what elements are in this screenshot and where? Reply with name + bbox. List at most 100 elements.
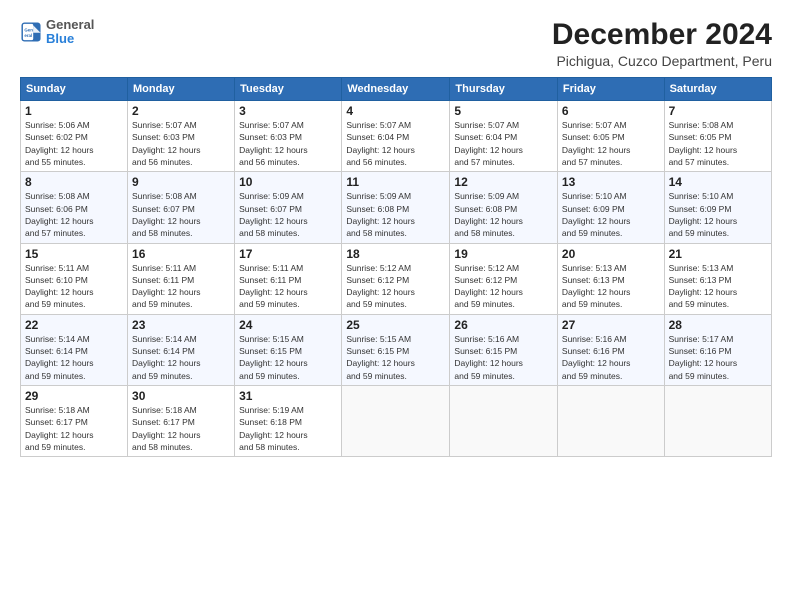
cell-info: Sunrise: 5:07 AMSunset: 6:04 PMDaylight:… bbox=[346, 119, 445, 168]
calendar-cell: 31Sunrise: 5:19 AMSunset: 6:18 PMDayligh… bbox=[235, 386, 342, 457]
logo: Gen eral General Blue bbox=[20, 18, 94, 47]
cell-day-number: 14 bbox=[669, 175, 767, 189]
svg-text:eral: eral bbox=[24, 33, 32, 38]
day-header-friday: Friday bbox=[557, 78, 664, 101]
cell-day-number: 9 bbox=[132, 175, 230, 189]
calendar-cell bbox=[342, 386, 450, 457]
cell-day-number: 4 bbox=[346, 104, 445, 118]
day-header-thursday: Thursday bbox=[450, 78, 558, 101]
cell-day-number: 17 bbox=[239, 247, 337, 261]
cell-day-number: 22 bbox=[25, 318, 123, 332]
calendar-cell: 4Sunrise: 5:07 AMSunset: 6:04 PMDaylight… bbox=[342, 101, 450, 172]
calendar-week-row: 22Sunrise: 5:14 AMSunset: 6:14 PMDayligh… bbox=[21, 314, 772, 385]
cell-day-number: 23 bbox=[132, 318, 230, 332]
page: Gen eral General Blue December 2024 Pich… bbox=[0, 0, 792, 612]
day-header-monday: Monday bbox=[128, 78, 235, 101]
cell-info: Sunrise: 5:16 AMSunset: 6:16 PMDaylight:… bbox=[562, 333, 660, 382]
cell-info: Sunrise: 5:15 AMSunset: 6:15 PMDaylight:… bbox=[346, 333, 445, 382]
calendar-cell: 25Sunrise: 5:15 AMSunset: 6:15 PMDayligh… bbox=[342, 314, 450, 385]
calendar-week-row: 8Sunrise: 5:08 AMSunset: 6:06 PMDaylight… bbox=[21, 172, 772, 243]
calendar-cell: 17Sunrise: 5:11 AMSunset: 6:11 PMDayligh… bbox=[235, 243, 342, 314]
calendar-cell bbox=[450, 386, 558, 457]
cell-info: Sunrise: 5:18 AMSunset: 6:17 PMDaylight:… bbox=[132, 404, 230, 453]
cell-info: Sunrise: 5:08 AMSunset: 6:07 PMDaylight:… bbox=[132, 190, 230, 239]
logo-text: General Blue bbox=[46, 18, 94, 47]
cell-day-number: 1 bbox=[25, 104, 123, 118]
cell-day-number: 18 bbox=[346, 247, 445, 261]
calendar-cell: 24Sunrise: 5:15 AMSunset: 6:15 PMDayligh… bbox=[235, 314, 342, 385]
cell-day-number: 5 bbox=[454, 104, 553, 118]
calendar-cell: 1Sunrise: 5:06 AMSunset: 6:02 PMDaylight… bbox=[21, 101, 128, 172]
calendar-cell: 7Sunrise: 5:08 AMSunset: 6:05 PMDaylight… bbox=[664, 101, 771, 172]
cell-day-number: 26 bbox=[454, 318, 553, 332]
cell-info: Sunrise: 5:07 AMSunset: 6:03 PMDaylight:… bbox=[132, 119, 230, 168]
calendar-cell: 16Sunrise: 5:11 AMSunset: 6:11 PMDayligh… bbox=[128, 243, 235, 314]
cell-info: Sunrise: 5:08 AMSunset: 6:05 PMDaylight:… bbox=[669, 119, 767, 168]
calendar-cell: 26Sunrise: 5:16 AMSunset: 6:15 PMDayligh… bbox=[450, 314, 558, 385]
cell-info: Sunrise: 5:16 AMSunset: 6:15 PMDaylight:… bbox=[454, 333, 553, 382]
cell-day-number: 28 bbox=[669, 318, 767, 332]
cell-day-number: 30 bbox=[132, 389, 230, 403]
calendar-cell: 10Sunrise: 5:09 AMSunset: 6:07 PMDayligh… bbox=[235, 172, 342, 243]
cell-info: Sunrise: 5:12 AMSunset: 6:12 PMDaylight:… bbox=[346, 262, 445, 311]
logo-icon: Gen eral bbox=[20, 21, 42, 43]
cell-info: Sunrise: 5:06 AMSunset: 6:02 PMDaylight:… bbox=[25, 119, 123, 168]
cell-day-number: 11 bbox=[346, 175, 445, 189]
cell-day-number: 8 bbox=[25, 175, 123, 189]
cell-info: Sunrise: 5:19 AMSunset: 6:18 PMDaylight:… bbox=[239, 404, 337, 453]
cell-info: Sunrise: 5:11 AMSunset: 6:11 PMDaylight:… bbox=[132, 262, 230, 311]
calendar: SundayMondayTuesdayWednesdayThursdayFrid… bbox=[20, 77, 772, 457]
svg-text:Gen: Gen bbox=[24, 28, 33, 33]
calendar-cell: 2Sunrise: 5:07 AMSunset: 6:03 PMDaylight… bbox=[128, 101, 235, 172]
calendar-cell: 29Sunrise: 5:18 AMSunset: 6:17 PMDayligh… bbox=[21, 386, 128, 457]
calendar-cell: 27Sunrise: 5:16 AMSunset: 6:16 PMDayligh… bbox=[557, 314, 664, 385]
cell-info: Sunrise: 5:09 AMSunset: 6:08 PMDaylight:… bbox=[346, 190, 445, 239]
main-title: December 2024 bbox=[552, 18, 772, 51]
calendar-cell: 6Sunrise: 5:07 AMSunset: 6:05 PMDaylight… bbox=[557, 101, 664, 172]
cell-info: Sunrise: 5:18 AMSunset: 6:17 PMDaylight:… bbox=[25, 404, 123, 453]
calendar-cell: 18Sunrise: 5:12 AMSunset: 6:12 PMDayligh… bbox=[342, 243, 450, 314]
cell-info: Sunrise: 5:11 AMSunset: 6:10 PMDaylight:… bbox=[25, 262, 123, 311]
cell-info: Sunrise: 5:17 AMSunset: 6:16 PMDaylight:… bbox=[669, 333, 767, 382]
cell-day-number: 29 bbox=[25, 389, 123, 403]
calendar-week-row: 1Sunrise: 5:06 AMSunset: 6:02 PMDaylight… bbox=[21, 101, 772, 172]
cell-info: Sunrise: 5:14 AMSunset: 6:14 PMDaylight:… bbox=[132, 333, 230, 382]
cell-day-number: 31 bbox=[239, 389, 337, 403]
cell-day-number: 24 bbox=[239, 318, 337, 332]
cell-info: Sunrise: 5:07 AMSunset: 6:04 PMDaylight:… bbox=[454, 119, 553, 168]
title-block: December 2024 Pichigua, Cuzco Department… bbox=[552, 18, 772, 69]
cell-day-number: 12 bbox=[454, 175, 553, 189]
calendar-cell: 11Sunrise: 5:09 AMSunset: 6:08 PMDayligh… bbox=[342, 172, 450, 243]
day-header-wednesday: Wednesday bbox=[342, 78, 450, 101]
calendar-cell: 8Sunrise: 5:08 AMSunset: 6:06 PMDaylight… bbox=[21, 172, 128, 243]
calendar-cell bbox=[664, 386, 771, 457]
cell-info: Sunrise: 5:07 AMSunset: 6:03 PMDaylight:… bbox=[239, 119, 337, 168]
cell-info: Sunrise: 5:10 AMSunset: 6:09 PMDaylight:… bbox=[669, 190, 767, 239]
calendar-week-row: 15Sunrise: 5:11 AMSunset: 6:10 PMDayligh… bbox=[21, 243, 772, 314]
calendar-cell bbox=[557, 386, 664, 457]
calendar-cell: 20Sunrise: 5:13 AMSunset: 6:13 PMDayligh… bbox=[557, 243, 664, 314]
day-header-sunday: Sunday bbox=[21, 78, 128, 101]
cell-day-number: 3 bbox=[239, 104, 337, 118]
cell-day-number: 19 bbox=[454, 247, 553, 261]
calendar-cell: 19Sunrise: 5:12 AMSunset: 6:12 PMDayligh… bbox=[450, 243, 558, 314]
calendar-cell: 23Sunrise: 5:14 AMSunset: 6:14 PMDayligh… bbox=[128, 314, 235, 385]
calendar-cell: 12Sunrise: 5:09 AMSunset: 6:08 PMDayligh… bbox=[450, 172, 558, 243]
header: Gen eral General Blue December 2024 Pich… bbox=[20, 18, 772, 69]
logo-line1: General bbox=[46, 18, 94, 32]
calendar-week-row: 29Sunrise: 5:18 AMSunset: 6:17 PMDayligh… bbox=[21, 386, 772, 457]
cell-info: Sunrise: 5:09 AMSunset: 6:07 PMDaylight:… bbox=[239, 190, 337, 239]
cell-day-number: 2 bbox=[132, 104, 230, 118]
cell-day-number: 27 bbox=[562, 318, 660, 332]
calendar-cell: 14Sunrise: 5:10 AMSunset: 6:09 PMDayligh… bbox=[664, 172, 771, 243]
cell-info: Sunrise: 5:09 AMSunset: 6:08 PMDaylight:… bbox=[454, 190, 553, 239]
day-header-saturday: Saturday bbox=[664, 78, 771, 101]
cell-info: Sunrise: 5:07 AMSunset: 6:05 PMDaylight:… bbox=[562, 119, 660, 168]
cell-day-number: 21 bbox=[669, 247, 767, 261]
cell-info: Sunrise: 5:15 AMSunset: 6:15 PMDaylight:… bbox=[239, 333, 337, 382]
cell-day-number: 6 bbox=[562, 104, 660, 118]
calendar-cell: 15Sunrise: 5:11 AMSunset: 6:10 PMDayligh… bbox=[21, 243, 128, 314]
cell-info: Sunrise: 5:14 AMSunset: 6:14 PMDaylight:… bbox=[25, 333, 123, 382]
cell-info: Sunrise: 5:08 AMSunset: 6:06 PMDaylight:… bbox=[25, 190, 123, 239]
cell-day-number: 13 bbox=[562, 175, 660, 189]
